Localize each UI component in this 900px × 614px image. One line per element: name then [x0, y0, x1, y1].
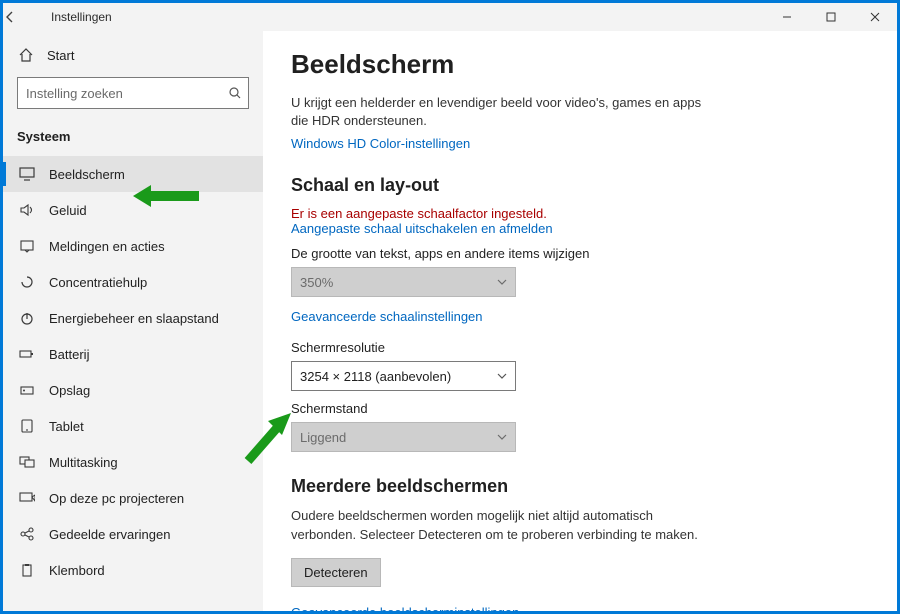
text-size-label: De grootte van tekst, apps en andere ite… [291, 246, 869, 261]
project-icon [17, 491, 37, 505]
sidebar: Start Instelling zoeken Systeem Beeldsch… [3, 31, 263, 611]
search-input[interactable]: Instelling zoeken [17, 77, 249, 109]
minimize-button[interactable] [765, 3, 809, 31]
resolution-select[interactable]: 3254 × 2118 (aanbevolen) [291, 361, 516, 391]
sidebar-item-label: Tablet [49, 419, 84, 434]
content-pane: Beeldscherm U krijgt een helderder en le… [263, 31, 897, 611]
sidebar-item-label: Geluid [49, 203, 87, 218]
sidebar-item-batterij[interactable]: Batterij [3, 336, 263, 372]
shared-icon [17, 527, 37, 541]
sidebar-item-label: Opslag [49, 383, 90, 398]
sidebar-item-label: Energiebeheer en slaapstand [49, 311, 219, 326]
home-icon [17, 47, 35, 63]
resolution-value: 3254 × 2118 (aanbevolen) [300, 369, 451, 384]
chevron-down-icon [497, 434, 507, 440]
chevron-down-icon [497, 373, 507, 379]
home-label: Start [47, 48, 74, 63]
text-size-value: 350% [300, 275, 333, 290]
advanced-scale-link[interactable]: Geavanceerde schaalinstellingen [291, 309, 869, 324]
sidebar-item-project[interactable]: Op deze pc projecteren [3, 480, 263, 516]
storage-icon [17, 383, 37, 397]
clipboard-icon [17, 563, 37, 577]
hdr-description: U krijgt een helderder en levendiger bee… [291, 94, 711, 130]
scale-warning: Er is een aangepaste schaalfactor ingest… [291, 206, 869, 221]
sidebar-item-label: Concentratiehulp [49, 275, 147, 290]
sidebar-item-label: Multitasking [49, 455, 118, 470]
advanced-display-link[interactable]: Geavanceerde beeldscherminstellingen [291, 605, 869, 611]
sidebar-item-geluid[interactable]: Geluid [3, 192, 263, 228]
display-icon [17, 167, 37, 181]
sidebar-item-energiebeheer[interactable]: Energiebeheer en slaapstand [3, 300, 263, 336]
sidebar-item-multitasking[interactable]: Multitasking [3, 444, 263, 480]
sidebar-item-meldingen[interactable]: Meldingen en acties [3, 228, 263, 264]
chevron-down-icon [497, 279, 507, 285]
sidebar-item-label: Klembord [49, 563, 105, 578]
maximize-button[interactable] [809, 3, 853, 31]
sidebar-item-beeldscherm[interactable]: Beeldscherm [3, 156, 263, 192]
multitasking-icon [17, 455, 37, 469]
search-icon [228, 86, 242, 100]
text-size-select[interactable]: 350% [291, 267, 516, 297]
multiple-displays-description: Oudere beeldschermen worden mogelijk nie… [291, 507, 711, 543]
orientation-label: Schermstand [291, 401, 869, 416]
detect-button[interactable]: Detecteren [291, 558, 381, 587]
sidebar-item-label: Gedeelde ervaringen [49, 527, 170, 542]
sidebar-item-gedeeld[interactable]: Gedeelde ervaringen [3, 516, 263, 552]
sidebar-item-concentratiehulp[interactable]: Concentratiehulp [3, 264, 263, 300]
sound-icon [17, 203, 37, 217]
tablet-icon [17, 419, 37, 433]
page-title: Beeldscherm [291, 49, 869, 80]
close-button[interactable] [853, 3, 897, 31]
scale-heading: Schaal en lay-out [291, 175, 869, 196]
window-title: Instellingen [47, 10, 112, 24]
scale-revert-link[interactable]: Aangepaste schaal uitschakelen en afmeld… [291, 221, 869, 236]
orientation-select[interactable]: Liggend [291, 422, 516, 452]
category-title: Systeem [3, 119, 263, 150]
multiple-displays-heading: Meerdere beeldschermen [291, 476, 869, 497]
battery-icon [17, 347, 37, 361]
sidebar-item-label: Batterij [49, 347, 89, 362]
power-icon [17, 311, 37, 325]
titlebar: Instellingen [3, 3, 897, 31]
search-placeholder: Instelling zoeken [26, 86, 228, 101]
sidebar-item-klembord[interactable]: Klembord [3, 552, 263, 588]
home-link[interactable]: Start [3, 39, 263, 73]
sidebar-item-tablet[interactable]: Tablet [3, 408, 263, 444]
orientation-value: Liggend [300, 430, 346, 445]
back-button[interactable] [3, 10, 47, 24]
sidebar-item-label: Op deze pc projecteren [49, 491, 184, 506]
sidebar-item-opslag[interactable]: Opslag [3, 372, 263, 408]
notifications-icon [17, 239, 37, 253]
sidebar-item-label: Meldingen en acties [49, 239, 165, 254]
focus-icon [17, 275, 37, 289]
resolution-label: Schermresolutie [291, 340, 869, 355]
sidebar-item-label: Beeldscherm [49, 167, 125, 182]
hdr-settings-link[interactable]: Windows HD Color-instellingen [291, 136, 869, 151]
